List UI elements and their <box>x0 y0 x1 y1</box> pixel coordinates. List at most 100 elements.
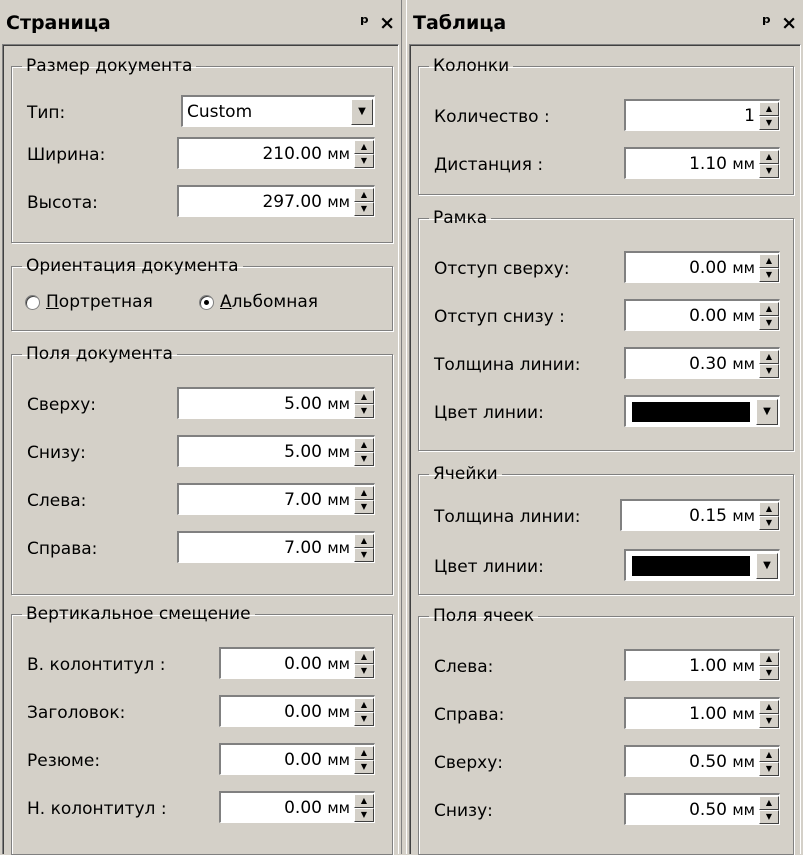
columns-legend: Колонки <box>433 56 510 76</box>
spin-down-icon[interactable]: ▼ <box>354 499 374 514</box>
columns-distance-stepper[interactable]: 1.10 мм ▲ ▼ <box>624 147 780 179</box>
spin-up-icon[interactable]: ▲ <box>759 699 779 714</box>
spin-up-icon[interactable]: ▲ <box>759 349 779 364</box>
cells-color-swatch <box>632 555 750 576</box>
spin-up-icon[interactable]: ▲ <box>759 301 779 316</box>
spin-down-icon[interactable]: ▼ <box>354 547 374 562</box>
chevron-down-icon[interactable]: ▼ <box>351 98 373 125</box>
pin-icon[interactable]: ᵖ <box>762 12 771 34</box>
spin-up-icon[interactable]: ▲ <box>354 187 374 202</box>
spin-down-icon[interactable]: ▼ <box>759 267 779 282</box>
table-panel-header: Таблица ᵖ × <box>409 8 801 38</box>
doc-width-stepper[interactable]: 210.00 мм ▲ ▼ <box>177 137 375 169</box>
spin-down-icon[interactable]: ▼ <box>354 807 374 822</box>
doc-size-legend: Размер документа <box>26 56 193 76</box>
doc-type-select[interactable]: Custom ▼ <box>181 95 375 127</box>
spin-down-icon[interactable]: ▼ <box>759 515 779 530</box>
cells-line-width-value: 0.15 <box>689 505 727 526</box>
margin-right-stepper[interactable]: 7.00 мм ▲ ▼ <box>177 531 375 563</box>
columns-count-label: Количество : <box>434 107 550 127</box>
spin-down-icon[interactable]: ▼ <box>354 451 374 466</box>
spin-down-icon[interactable]: ▼ <box>759 809 779 824</box>
title-offset-value: 0.00 <box>284 701 322 722</box>
spin-up-icon[interactable]: ▲ <box>759 747 779 762</box>
frame-line-color-select[interactable]: ▼ <box>624 395 780 427</box>
doc-type-label: Тип: <box>27 103 66 123</box>
pin-icon[interactable]: ᵖ <box>360 12 369 34</box>
frame-bottom-indent-stepper[interactable]: 0.00 мм ▲ ▼ <box>624 299 780 331</box>
spin-up-icon[interactable]: ▲ <box>354 793 374 808</box>
spin-down-icon[interactable]: ▼ <box>354 663 374 678</box>
doc-width-label: Ширина: <box>27 145 106 165</box>
margin-top-stepper[interactable]: 5.00 мм ▲ ▼ <box>177 387 375 419</box>
unit-label: мм <box>732 306 755 325</box>
frame-bottom-indent-label: Отступ снизу : <box>434 307 565 327</box>
spin-up-icon[interactable]: ▲ <box>759 501 779 516</box>
spin-down-icon[interactable]: ▼ <box>759 163 779 178</box>
spin-up-icon[interactable]: ▲ <box>354 485 374 500</box>
chevron-down-icon[interactable]: ▼ <box>756 398 778 425</box>
spin-down-icon[interactable]: ▼ <box>759 665 779 680</box>
spin-down-icon[interactable]: ▼ <box>759 713 779 728</box>
spin-down-icon[interactable]: ▼ <box>354 403 374 418</box>
spin-up-icon[interactable]: ▲ <box>354 533 374 548</box>
cells-line-color-label: Цвет линии: <box>434 557 544 577</box>
spin-up-icon[interactable]: ▲ <box>354 437 374 452</box>
spin-down-icon[interactable]: ▼ <box>354 201 374 216</box>
unit-label: мм <box>732 506 755 525</box>
frame-line-width-stepper[interactable]: 0.30 мм ▲ ▼ <box>624 347 780 379</box>
summary-offset-stepper[interactable]: 0.00 мм ▲ ▼ <box>219 743 375 775</box>
unit-label: мм <box>327 538 350 557</box>
footer-offset-stepper[interactable]: 0.00 мм ▲ ▼ <box>219 791 375 823</box>
margin-left-label: Слева: <box>27 491 87 511</box>
cells-line-width-stepper[interactable]: 0.15 мм ▲ ▼ <box>620 499 780 531</box>
spin-down-icon[interactable]: ▼ <box>759 363 779 378</box>
doc-height-stepper[interactable]: 297.00 мм ▲ ▼ <box>177 185 375 217</box>
spin-down-icon[interactable]: ▼ <box>759 315 779 330</box>
cell-margin-right-label: Справа: <box>434 705 505 725</box>
header-offset-stepper[interactable]: 0.00 мм ▲ ▼ <box>219 647 375 679</box>
spin-down-icon[interactable]: ▼ <box>354 711 374 726</box>
cell-margin-bottom-stepper[interactable]: 0.50 мм ▲ ▼ <box>624 793 780 825</box>
summary-offset-label: Резюме: <box>27 751 101 771</box>
unit-label: мм <box>327 394 350 413</box>
title-offset-stepper[interactable]: 0.00 мм ▲ ▼ <box>219 695 375 727</box>
unit-label: мм <box>732 752 755 771</box>
spin-up-icon[interactable]: ▲ <box>759 253 779 268</box>
unit-label: мм <box>732 354 755 373</box>
unit-label: мм <box>327 702 350 721</box>
cell-margin-top-stepper[interactable]: 0.50 мм ▲ ▼ <box>624 745 780 777</box>
chevron-down-icon[interactable]: ▼ <box>756 552 778 579</box>
header-offset-value: 0.00 <box>284 653 322 674</box>
frame-top-indent-value: 0.00 <box>689 257 727 278</box>
spin-up-icon[interactable]: ▲ <box>354 139 374 154</box>
frame-top-indent-stepper[interactable]: 0.00 мм ▲ ▼ <box>624 251 780 283</box>
columns-count-stepper[interactable]: 1 ▲ ▼ <box>624 99 780 131</box>
cell-margin-left-stepper[interactable]: 1.00 мм ▲ ▼ <box>624 649 780 681</box>
margin-left-stepper[interactable]: 7.00 мм ▲ ▼ <box>177 483 375 515</box>
spin-up-icon[interactable]: ▲ <box>759 795 779 810</box>
spin-up-icon[interactable]: ▲ <box>354 697 374 712</box>
margin-bottom-stepper[interactable]: 5.00 мм ▲ ▼ <box>177 435 375 467</box>
spin-up-icon[interactable]: ▲ <box>759 149 779 164</box>
close-icon[interactable]: × <box>781 12 797 34</box>
spin-up-icon[interactable]: ▲ <box>354 389 374 404</box>
cell-margin-top-label: Сверху: <box>434 753 503 773</box>
cell-margin-right-stepper[interactable]: 1.00 мм ▲ ▼ <box>624 697 780 729</box>
close-icon[interactable]: × <box>379 12 395 34</box>
margins-legend: Поля документа <box>26 344 173 364</box>
spin-down-icon[interactable]: ▼ <box>759 761 779 776</box>
orientation-portrait-radio[interactable]: Портретная <box>25 292 153 312</box>
unit-label: мм <box>732 154 755 173</box>
page-panel-header: Страница ᵖ × <box>2 8 399 38</box>
doc-height-label: Высота: <box>27 193 98 213</box>
spin-down-icon[interactable]: ▼ <box>354 153 374 168</box>
spin-down-icon[interactable]: ▼ <box>759 115 779 130</box>
spin-up-icon[interactable]: ▲ <box>354 649 374 664</box>
orientation-landscape-radio[interactable]: Альбомная <box>199 292 318 312</box>
cells-line-color-select[interactable]: ▼ <box>624 549 780 581</box>
spin-up-icon[interactable]: ▲ <box>354 745 374 760</box>
spin-down-icon[interactable]: ▼ <box>354 759 374 774</box>
spin-up-icon[interactable]: ▲ <box>759 101 779 116</box>
spin-up-icon[interactable]: ▲ <box>759 651 779 666</box>
